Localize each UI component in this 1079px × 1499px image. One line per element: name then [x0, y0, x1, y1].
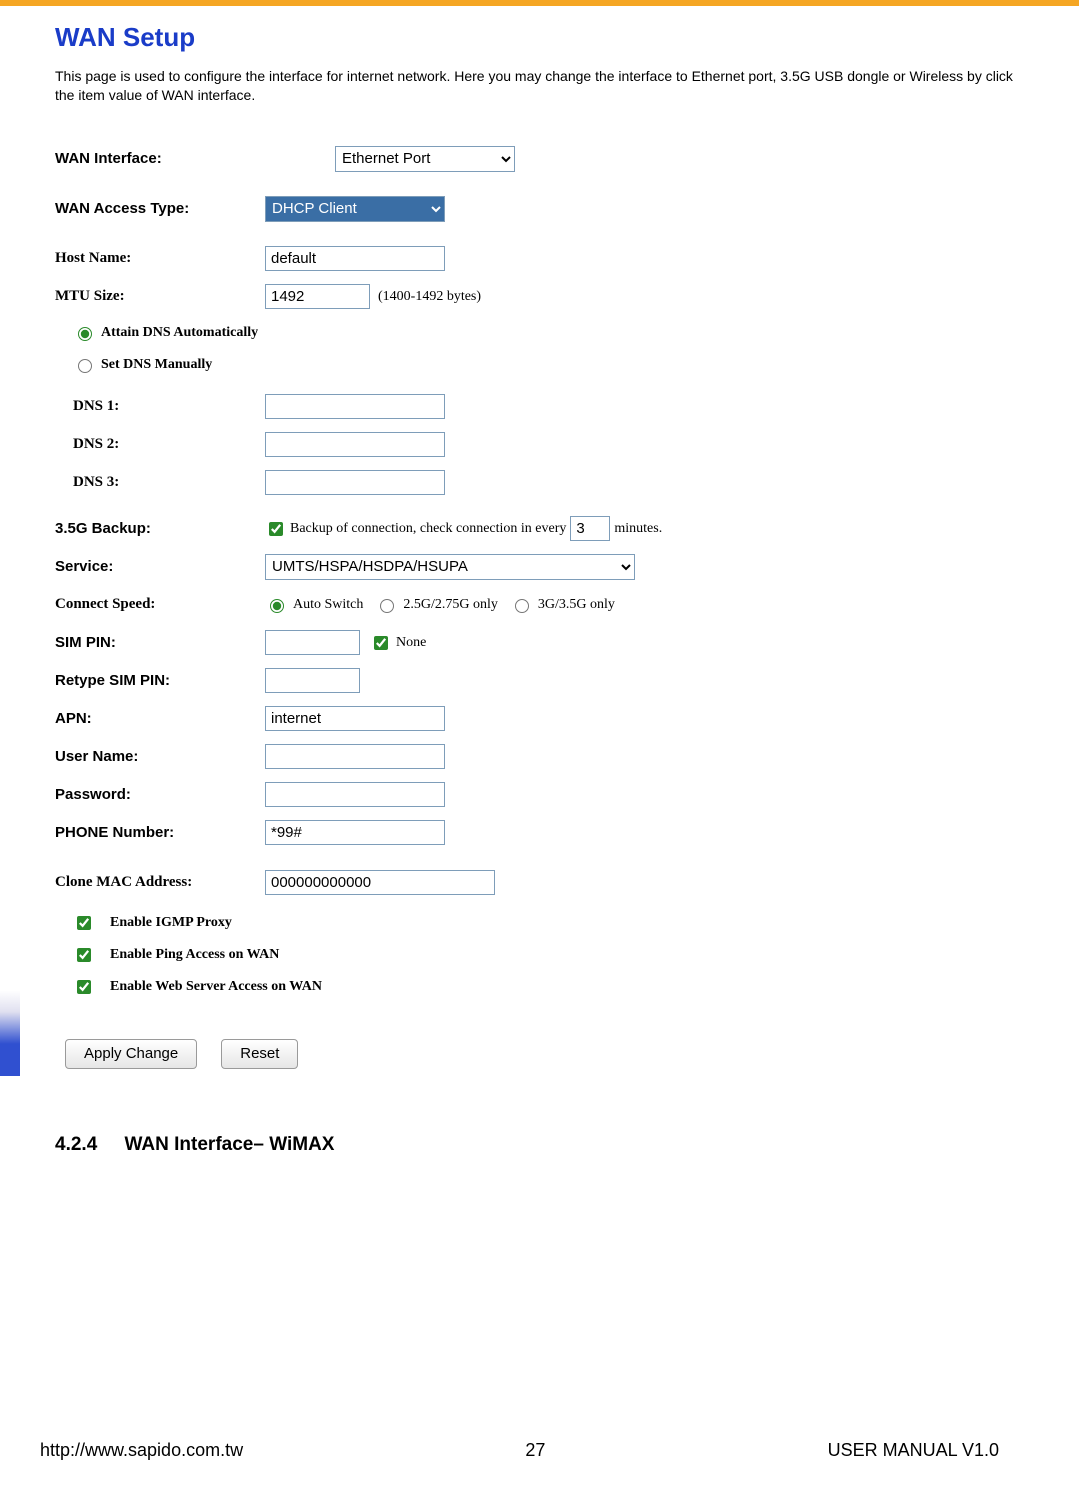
- section-number: 4.2.4: [55, 1134, 97, 1155]
- row-password: Password:: [55, 781, 1024, 809]
- row-apn: APN:: [55, 705, 1024, 733]
- row-dns-auto: Attain DNS Automatically: [55, 321, 1024, 345]
- label-ping: Enable Ping Access on WAN: [110, 947, 279, 963]
- label-dns1: DNS 1:: [73, 398, 265, 415]
- checkbox-backup[interactable]: [269, 522, 283, 536]
- button-row: Apply Change Reset: [55, 1039, 1024, 1069]
- select-service[interactable]: UMTS/HSPA/HSDPA/HSUPA: [265, 554, 635, 580]
- page-description: This page is used to configure the inter…: [55, 67, 1024, 105]
- input-host-name[interactable]: [265, 246, 445, 271]
- select-wan-access-type[interactable]: DHCP Client: [265, 196, 445, 222]
- backup-text-post: minutes.: [614, 521, 662, 537]
- row-connect-speed: Connect Speed: Auto Switch 2.5G/2.75G on…: [55, 591, 1024, 619]
- backup-text-pre: Backup of connection, check connection i…: [290, 521, 566, 537]
- input-dns3[interactable]: [265, 470, 445, 495]
- footer-manual: USER MANUAL V1.0: [828, 1440, 999, 1461]
- input-clone-mac[interactable]: [265, 870, 495, 895]
- row-clone-mac: Clone MAC Address:: [55, 869, 1024, 897]
- label-speed-auto: Auto Switch: [293, 597, 363, 613]
- section-title: WAN Interface– WiMAX: [125, 1134, 335, 1155]
- row-dns2: DNS 2:: [55, 431, 1024, 459]
- row-wan-interface: WAN Interface: Ethernet Port: [55, 145, 1024, 173]
- label-apn: APN:: [55, 710, 265, 727]
- row-retype-sim-pin: Retype SIM PIN:: [55, 667, 1024, 695]
- row-dns1: DNS 1:: [55, 393, 1024, 421]
- row-phone: PHONE Number:: [55, 819, 1024, 847]
- label-sim-pin: SIM PIN:: [55, 634, 265, 651]
- input-dns1[interactable]: [265, 394, 445, 419]
- row-backup: 3.5G Backup: Backup of connection, check…: [55, 515, 1024, 543]
- label-dns2: DNS 2:: [73, 436, 265, 453]
- row-enable-igmp: Enable IGMP Proxy: [55, 911, 1024, 935]
- row-dns3: DNS 3:: [55, 469, 1024, 497]
- row-user-name: User Name:: [55, 743, 1024, 771]
- label-speed-25g: 2.5G/2.75G only: [403, 597, 498, 613]
- row-wan-access-type: WAN Access Type: DHCP Client: [55, 195, 1024, 223]
- apply-button[interactable]: Apply Change: [65, 1039, 197, 1069]
- reset-button[interactable]: Reset: [221, 1039, 298, 1069]
- input-dns2[interactable]: [265, 432, 445, 457]
- input-phone[interactable]: [265, 820, 445, 845]
- input-backup-minutes[interactable]: [570, 516, 610, 541]
- radio-speed-3g[interactable]: [515, 599, 529, 613]
- footer-url: http://www.sapido.com.tw: [40, 1440, 243, 1461]
- row-service: Service: UMTS/HSPA/HSDPA/HSUPA: [55, 553, 1024, 581]
- radio-speed-25g[interactable]: [380, 599, 394, 613]
- row-dns-manual: Set DNS Manually: [55, 353, 1024, 377]
- label-speed-3g: 3G/3.5G only: [538, 597, 615, 613]
- radio-dns-manual[interactable]: [78, 359, 92, 373]
- row-mtu: MTU Size: (1400-1492 bytes): [55, 283, 1024, 311]
- radio-speed-auto[interactable]: [270, 599, 284, 613]
- checkbox-igmp[interactable]: [77, 916, 91, 930]
- label-wan-interface: WAN Interface:: [55, 150, 265, 167]
- label-phone: PHONE Number:: [55, 824, 265, 841]
- row-host-name: Host Name:: [55, 245, 1024, 273]
- row-enable-web: Enable Web Server Access on WAN: [55, 975, 1024, 999]
- input-user-name[interactable]: [265, 744, 445, 769]
- input-apn[interactable]: [265, 706, 445, 731]
- label-retype-sim-pin: Retype SIM PIN:: [55, 672, 265, 689]
- row-enable-ping: Enable Ping Access on WAN: [55, 943, 1024, 967]
- checkbox-ping[interactable]: [77, 948, 91, 962]
- mtu-hint: (1400-1492 bytes): [378, 289, 481, 305]
- input-password[interactable]: [265, 782, 445, 807]
- footer-page: 27: [525, 1440, 545, 1461]
- label-backup: 3.5G Backup:: [55, 520, 265, 537]
- page-title: WAN Setup: [55, 22, 1024, 53]
- label-igmp: Enable IGMP Proxy: [110, 915, 232, 931]
- label-connect-speed: Connect Speed:: [55, 596, 265, 613]
- input-sim-pin[interactable]: [265, 630, 360, 655]
- label-web: Enable Web Server Access on WAN: [110, 979, 322, 995]
- radio-dns-auto[interactable]: [78, 327, 92, 341]
- input-mtu[interactable]: [265, 284, 370, 309]
- input-retype-sim-pin[interactable]: [265, 668, 360, 693]
- checkbox-web[interactable]: [77, 980, 91, 994]
- section-heading: 4.2.4 WAN Interface– WiMAX: [55, 1134, 1024, 1156]
- label-dns-auto: Attain DNS Automatically: [101, 325, 258, 341]
- label-mtu: MTU Size:: [55, 288, 265, 305]
- select-wan-interface[interactable]: Ethernet Port: [335, 146, 515, 172]
- row-sim-pin: SIM PIN: None: [55, 629, 1024, 657]
- label-dns3: DNS 3:: [73, 474, 265, 491]
- label-dns-manual: Set DNS Manually: [101, 357, 212, 373]
- page-footer: http://www.sapido.com.tw 27 USER MANUAL …: [0, 1440, 1079, 1461]
- label-clone-mac: Clone MAC Address:: [55, 874, 265, 891]
- label-sim-none: None: [396, 635, 426, 651]
- label-host-name: Host Name:: [55, 250, 265, 267]
- label-user-name: User Name:: [55, 748, 265, 765]
- label-wan-access-type: WAN Access Type:: [55, 200, 265, 217]
- label-service: Service:: [55, 558, 265, 575]
- page-content: WAN Setup This page is used to configure…: [0, 6, 1079, 1156]
- label-password: Password:: [55, 786, 265, 803]
- checkbox-sim-none[interactable]: [374, 636, 388, 650]
